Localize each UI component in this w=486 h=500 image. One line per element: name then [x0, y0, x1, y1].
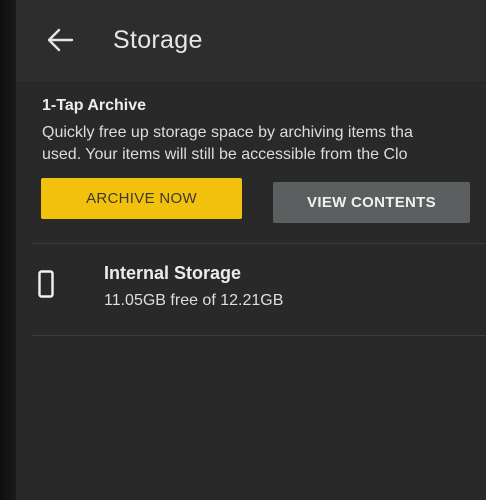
divider-top: [32, 243, 486, 244]
storage-item-internal[interactable]: Internal Storage 11.05GB free of 12.21GB: [16, 246, 486, 334]
tablet-device-icon-graphic: [38, 270, 54, 298]
archive-description: Quickly free up storage space by archivi…: [42, 122, 482, 166]
tablet-device-icon: [38, 270, 54, 298]
storage-item-subtitle: 11.05GB free of 12.21GB: [104, 292, 284, 309]
storage-item-title: Internal Storage: [104, 263, 242, 283]
app-bar: Storage: [16, 0, 486, 83]
view-contents-button[interactable]: VIEW CONTENTS: [273, 182, 470, 223]
arrow-left-icon[interactable]: [44, 24, 76, 56]
device-bezel: [0, 0, 16, 500]
storage-screen: Storage 1-Tap Archive Quickly free up st…: [16, 0, 486, 500]
archive-now-button[interactable]: ARCHIVE NOW: [41, 178, 242, 219]
archive-description-line-1: Quickly free up storage space by archivi…: [42, 124, 413, 141]
page-title: Storage: [113, 26, 203, 54]
arrow-left-icon-graphic: [47, 28, 74, 52]
archive-heading: 1-Tap Archive: [42, 97, 147, 114]
archive-description-line-2: used. Your items will still be accessibl…: [42, 146, 408, 163]
divider-bottom: [32, 335, 486, 336]
